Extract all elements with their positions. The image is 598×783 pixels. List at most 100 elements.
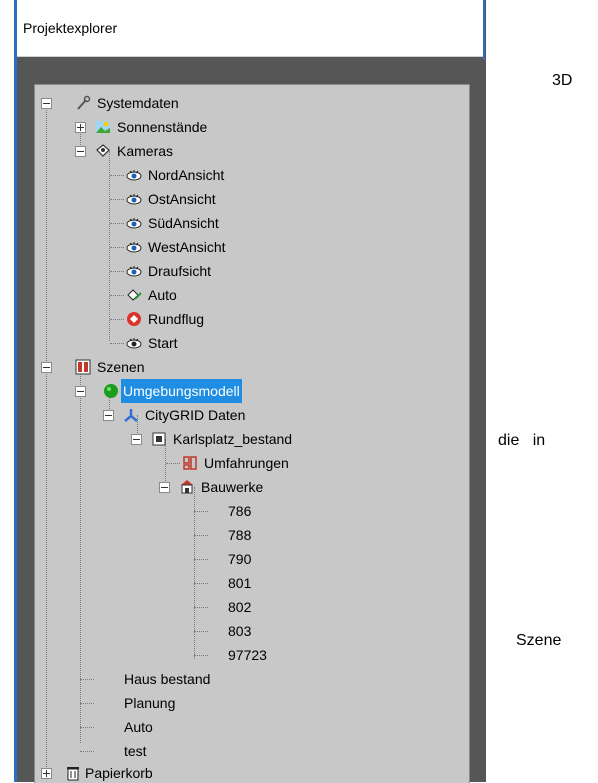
tree-line xyxy=(194,511,208,512)
project-tree[interactable]: Systemdaten Sonnenstände Kameras NordAns… xyxy=(34,84,470,783)
tree-node-label: 97723 xyxy=(228,647,267,663)
tree-node-karlsplatz[interactable]: Karlsplatz_bestand xyxy=(131,427,294,451)
tree-node-label: Papierkorb xyxy=(85,765,153,781)
eye-camera-icon xyxy=(126,167,142,183)
tree-node-label: Bauwerke xyxy=(201,479,264,495)
tree-line xyxy=(110,247,124,248)
tree-node-label: CityGRID Daten xyxy=(145,407,246,423)
tree-line xyxy=(110,223,124,224)
collapse-toggle[interactable] xyxy=(159,482,170,493)
tree-line xyxy=(80,751,94,752)
tree-node-label: Umgebungsmodell xyxy=(121,379,242,403)
outline-icon xyxy=(182,455,198,471)
tree-node-label: 790 xyxy=(228,551,252,567)
collapse-toggle[interactable] xyxy=(75,146,86,157)
tree-line xyxy=(166,463,180,464)
tree-node-label: Draufsicht xyxy=(148,263,212,279)
tree-node-start[interactable]: Start xyxy=(110,331,180,355)
tree-node-scene[interactable]: Planung xyxy=(80,691,177,715)
tree-node-label: Kameras xyxy=(117,143,174,159)
tree-node-label: Sonnenstände xyxy=(117,119,208,135)
eye-camera-icon xyxy=(126,239,142,255)
tree-node-szenen[interactable]: Szenen xyxy=(41,355,146,379)
collapse-toggle[interactable] xyxy=(41,362,52,373)
panel-right-border xyxy=(483,0,485,60)
tree-node-bauwerk[interactable]: 786 xyxy=(194,499,253,523)
tree-node-label: Auto xyxy=(124,719,153,735)
tree-node-westansicht[interactable]: WestAnsicht xyxy=(110,235,228,259)
tree-node-label: Haus bestand xyxy=(124,671,211,687)
tree-node-bauwerk[interactable]: 802 xyxy=(194,595,253,619)
tree-line xyxy=(110,271,124,272)
model-icon xyxy=(151,431,167,447)
tree-node-label: NordAnsicht xyxy=(148,167,225,183)
side-text: die in xyxy=(498,432,546,449)
collapse-toggle[interactable] xyxy=(131,434,142,445)
tree-node-scene[interactable]: Haus bestand xyxy=(80,667,212,691)
tree-line xyxy=(110,199,124,200)
tree-line xyxy=(194,607,208,608)
collapse-toggle[interactable] xyxy=(103,410,114,421)
tree-node-scene[interactable]: Auto xyxy=(80,715,155,739)
start-camera-icon xyxy=(126,335,142,351)
tree-node-nordansicht[interactable]: NordAnsicht xyxy=(110,163,226,187)
tree-line xyxy=(110,343,124,344)
tree-node-sonnenstaende[interactable]: Sonnenstände xyxy=(75,115,209,139)
tree-node-draufsicht[interactable]: Draufsicht xyxy=(110,259,213,283)
tree-node-citygrid[interactable]: CityGRID Daten xyxy=(103,403,247,427)
tree-node-bauwerk[interactable]: 790 xyxy=(194,547,253,571)
tree-node-label: Umfahrungen xyxy=(204,455,289,471)
tree-node-label: Karlsplatz_bestand xyxy=(173,431,293,447)
tree-line xyxy=(46,103,47,773)
tree-node-bauwerk[interactable]: 801 xyxy=(194,571,253,595)
tree-line xyxy=(80,727,94,728)
trash-icon xyxy=(65,765,81,781)
tree-line xyxy=(194,535,208,536)
eye-camera-icon xyxy=(126,263,142,279)
expand-toggle[interactable] xyxy=(41,768,52,779)
tree-node-umgebungsmodell[interactable]: Umgebungsmodell xyxy=(75,379,242,403)
panel-title: Projektexplorer xyxy=(23,20,118,36)
tree-node-bauwerk[interactable]: 803 xyxy=(194,619,253,643)
flight-camera-icon xyxy=(126,311,142,327)
tree-node-label: Systemdaten xyxy=(97,95,179,111)
tree-node-label: SüdAnsicht xyxy=(148,215,219,231)
tree-line xyxy=(194,583,208,584)
collapse-toggle[interactable] xyxy=(75,386,86,397)
tree-node-papierkorb[interactable]: Papierkorb xyxy=(41,761,155,783)
side-text: 3D xyxy=(552,72,573,89)
tree-node-ostansicht[interactable]: OstAnsicht xyxy=(110,187,218,211)
buildings-icon xyxy=(179,479,195,495)
tree-line xyxy=(80,679,94,680)
expand-toggle[interactable] xyxy=(75,122,86,133)
landscape-icon xyxy=(95,119,111,135)
scene-icon xyxy=(75,359,91,375)
tree-node-label: 788 xyxy=(228,527,252,543)
tree-line xyxy=(194,631,208,632)
tree-node-kameras[interactable]: Kameras xyxy=(75,139,175,163)
tree-node-systemdaten[interactable]: Systemdaten xyxy=(41,91,181,115)
tree-line xyxy=(194,655,208,656)
tree-node-bauwerk[interactable]: 788 xyxy=(194,523,253,547)
tree-node-auto-camera[interactable]: Auto xyxy=(110,283,179,307)
panel-left-border xyxy=(14,0,17,782)
path-camera-icon xyxy=(126,287,142,303)
tree-node-bauwerk[interactable]: 97723 xyxy=(194,643,269,667)
tree-node-umfahrungen[interactable]: Umfahrungen xyxy=(166,451,291,475)
tree-line xyxy=(110,319,124,320)
tree-node-suedansicht[interactable]: SüdAnsicht xyxy=(110,211,221,235)
collapse-toggle[interactable] xyxy=(41,98,52,109)
tree-node-label: 786 xyxy=(228,503,252,519)
tree-node-rundflug[interactable]: Rundflug xyxy=(110,307,206,331)
tree-node-label: 801 xyxy=(228,575,252,591)
tree-node-label: WestAnsicht xyxy=(148,239,226,255)
tree-node-label: Rundflug xyxy=(148,311,205,327)
green-sphere-icon xyxy=(103,383,119,399)
tree-node-label: test xyxy=(124,743,147,759)
tree-node-label: Start xyxy=(148,335,178,351)
tree-line xyxy=(80,703,94,704)
tree-line xyxy=(194,559,208,560)
tree-node-label: Planung xyxy=(124,695,176,711)
tree-node-scene[interactable]: test xyxy=(80,739,149,763)
tree-node-bauwerke[interactable]: Bauwerke xyxy=(159,475,265,499)
